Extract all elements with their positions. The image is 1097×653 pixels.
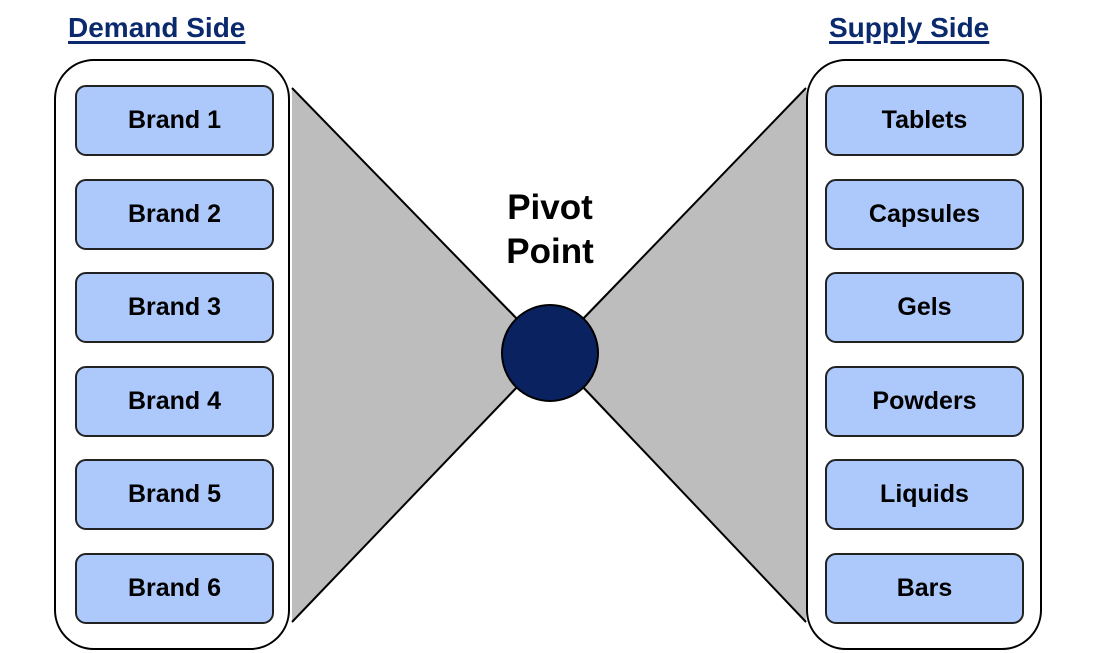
pivot-point-label: Pivot Point <box>460 186 640 274</box>
supply-item-liquids: Liquids <box>825 459 1024 530</box>
demand-item-brand-1: Brand 1 <box>75 85 274 156</box>
supply-item-tablets: Tablets <box>825 85 1024 156</box>
demand-item-brand-4: Brand 4 <box>75 366 274 437</box>
supply-funnel <box>582 88 806 622</box>
demand-item-brand-3: Brand 3 <box>75 272 274 343</box>
supply-item-bars: Bars <box>825 553 1024 624</box>
supply-item-capsules: Capsules <box>825 179 1024 250</box>
pivot-label-line-1: Pivot <box>507 188 593 227</box>
demand-item-brand-6: Brand 6 <box>75 553 274 624</box>
pivot-point-circle <box>501 304 599 402</box>
demand-funnel <box>292 88 518 622</box>
supply-item-powders: Powders <box>825 366 1024 437</box>
demand-item-brand-5: Brand 5 <box>75 459 274 530</box>
supply-item-gels: Gels <box>825 272 1024 343</box>
demand-item-brand-2: Brand 2 <box>75 179 274 250</box>
demand-side-heading: Demand Side <box>68 12 246 43</box>
supply-side-container: Tablets Capsules Gels Powders Liquids Ba… <box>806 59 1042 650</box>
pivot-label-line-2: Point <box>506 232 594 271</box>
supply-side-heading: Supply Side <box>829 12 990 43</box>
demand-side-container: Brand 1 Brand 2 Brand 3 Brand 4 Brand 5 … <box>54 59 290 650</box>
